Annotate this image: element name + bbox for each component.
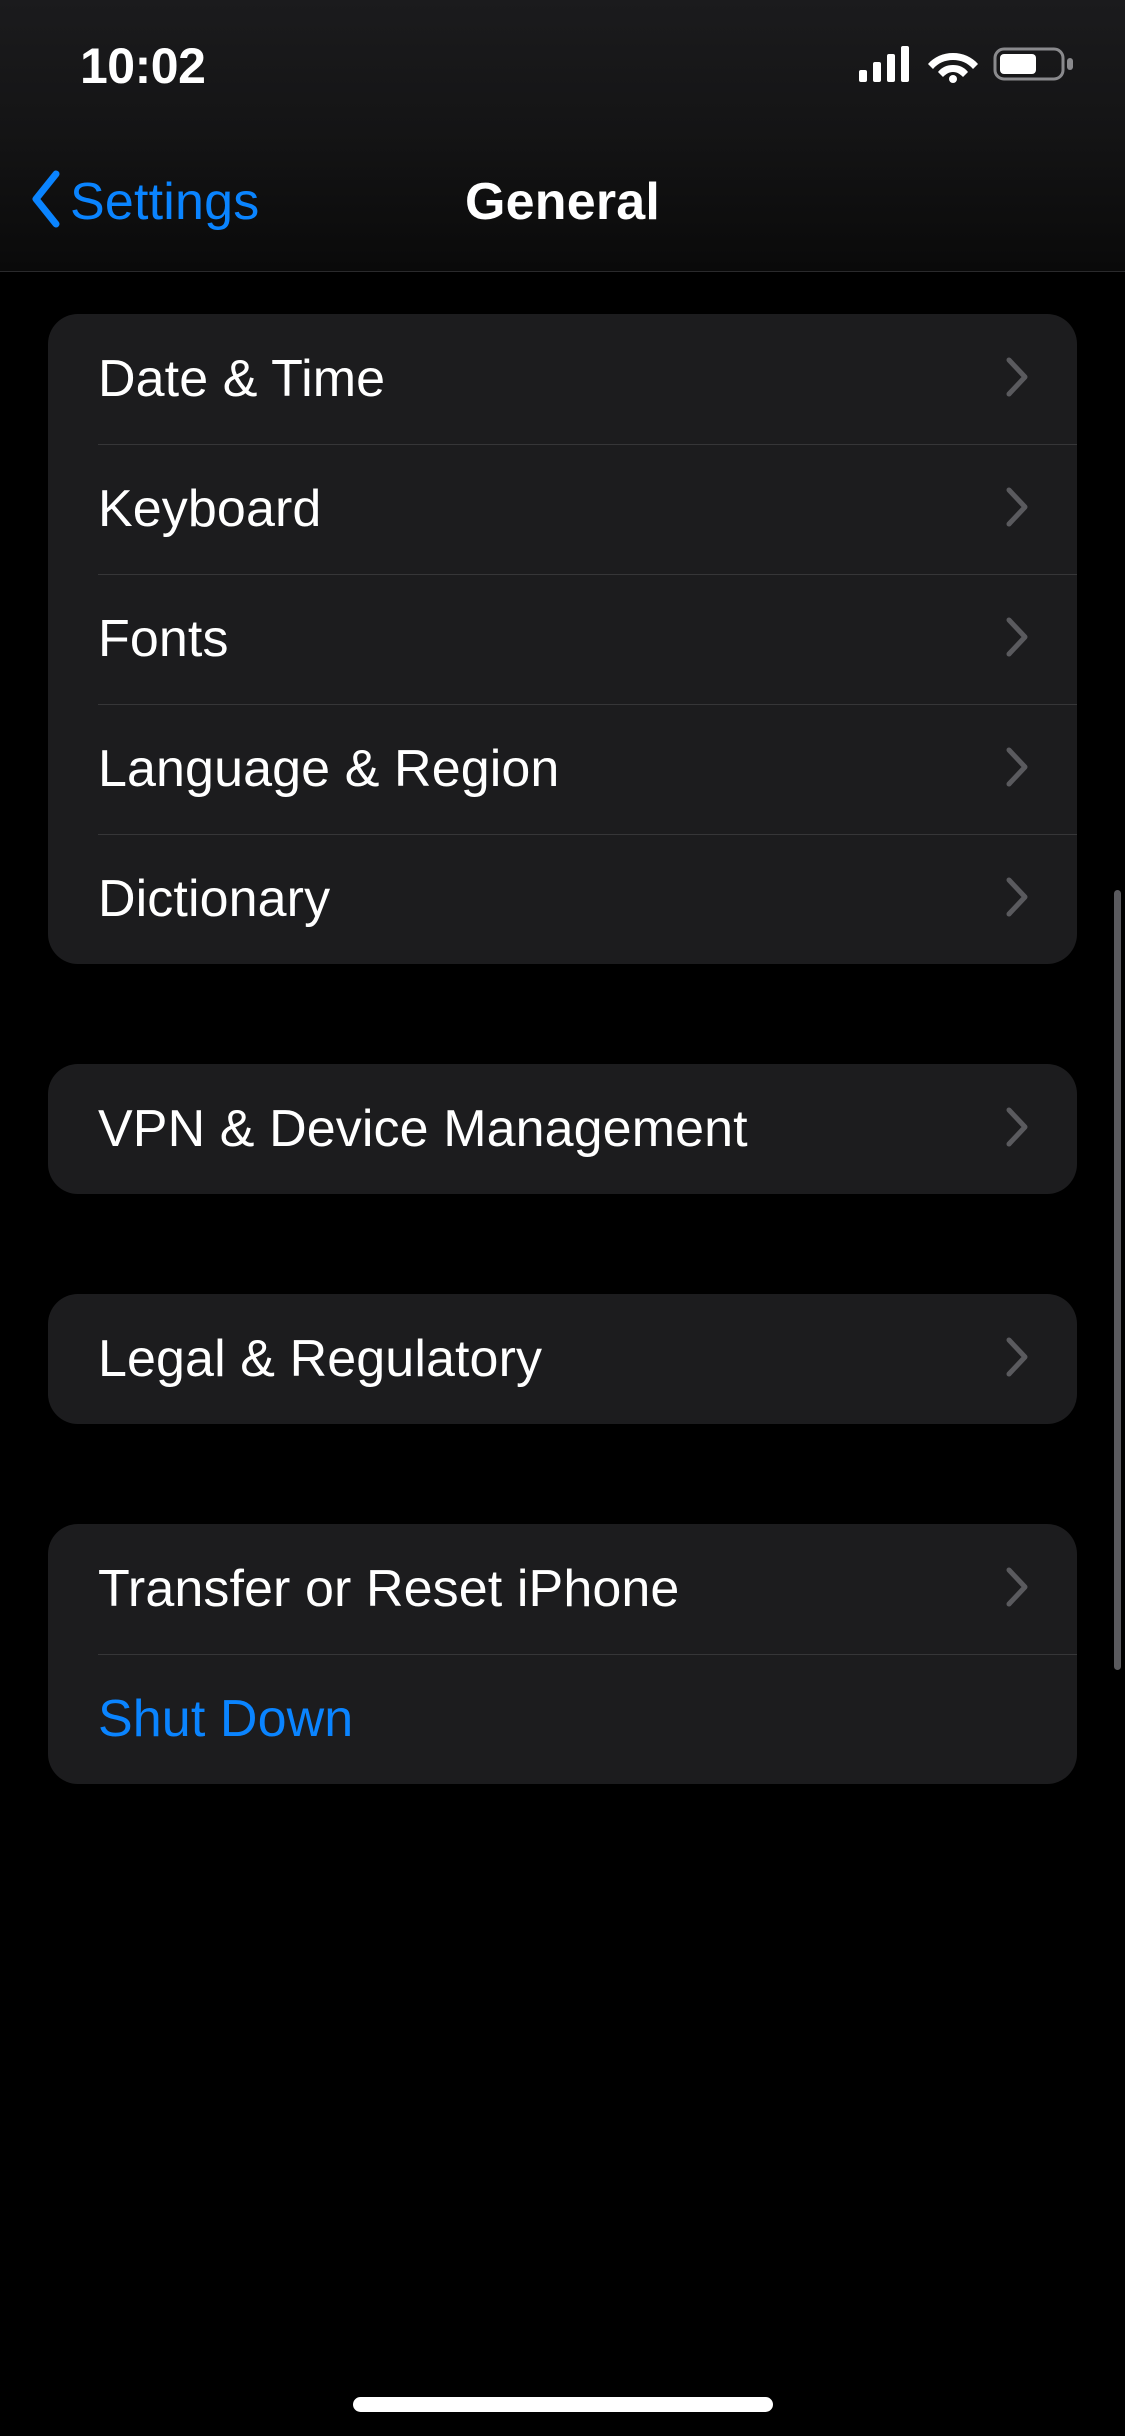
row-language-region[interactable]: Language & Region bbox=[48, 704, 1077, 834]
settings-group: Transfer or Reset iPhone Shut Down bbox=[48, 1524, 1077, 1784]
chevron-right-icon bbox=[1005, 876, 1029, 923]
navigation-bar: Settings General bbox=[0, 132, 1125, 272]
row-dictionary[interactable]: Dictionary bbox=[48, 834, 1077, 964]
back-label: Settings bbox=[70, 172, 260, 232]
status-indicators bbox=[859, 45, 1075, 88]
row-label: Legal & Regulatory bbox=[98, 1329, 1005, 1389]
scrollbar-thumb[interactable] bbox=[1114, 890, 1121, 1670]
status-bar: 10:02 bbox=[0, 0, 1125, 132]
row-label: VPN & Device Management bbox=[98, 1099, 1005, 1159]
back-button[interactable]: Settings bbox=[28, 170, 260, 233]
row-label: Keyboard bbox=[98, 479, 1005, 539]
row-label: Transfer or Reset iPhone bbox=[98, 1559, 1005, 1619]
row-label: Dictionary bbox=[98, 869, 1005, 929]
status-time: 10:02 bbox=[80, 37, 205, 95]
row-legal-regulatory[interactable]: Legal & Regulatory bbox=[48, 1294, 1077, 1424]
home-indicator[interactable] bbox=[353, 2397, 773, 2412]
row-label: Shut Down bbox=[98, 1689, 1029, 1749]
settings-group: Date & Time Keyboard Fonts Language & Re… bbox=[48, 314, 1077, 964]
row-vpn-device-management[interactable]: VPN & Device Management bbox=[48, 1064, 1077, 1194]
chevron-right-icon bbox=[1005, 1336, 1029, 1383]
chevron-right-icon bbox=[1005, 746, 1029, 793]
chevron-right-icon bbox=[1005, 356, 1029, 403]
row-keyboard[interactable]: Keyboard bbox=[48, 444, 1077, 574]
row-fonts[interactable]: Fonts bbox=[48, 574, 1077, 704]
settings-group: VPN & Device Management bbox=[48, 1064, 1077, 1194]
chevron-right-icon bbox=[1005, 616, 1029, 663]
row-shut-down[interactable]: Shut Down bbox=[48, 1654, 1077, 1784]
content-area: Date & Time Keyboard Fonts Language & Re… bbox=[0, 272, 1125, 2436]
chevron-right-icon bbox=[1005, 1106, 1029, 1153]
cellular-signal-icon bbox=[859, 46, 913, 87]
row-transfer-reset-iphone[interactable]: Transfer or Reset iPhone bbox=[48, 1524, 1077, 1654]
row-date-time[interactable]: Date & Time bbox=[48, 314, 1077, 444]
chevron-left-icon bbox=[28, 170, 64, 233]
settings-group: Legal & Regulatory bbox=[48, 1294, 1077, 1424]
battery-icon bbox=[993, 45, 1075, 88]
row-label: Fonts bbox=[98, 609, 1005, 669]
chevron-right-icon bbox=[1005, 1566, 1029, 1613]
page-title: General bbox=[465, 172, 660, 232]
chevron-right-icon bbox=[1005, 486, 1029, 533]
scrollbar[interactable] bbox=[1113, 350, 1121, 2130]
row-label: Language & Region bbox=[98, 739, 1005, 799]
wifi-icon bbox=[927, 45, 979, 88]
row-label: Date & Time bbox=[98, 349, 1005, 409]
